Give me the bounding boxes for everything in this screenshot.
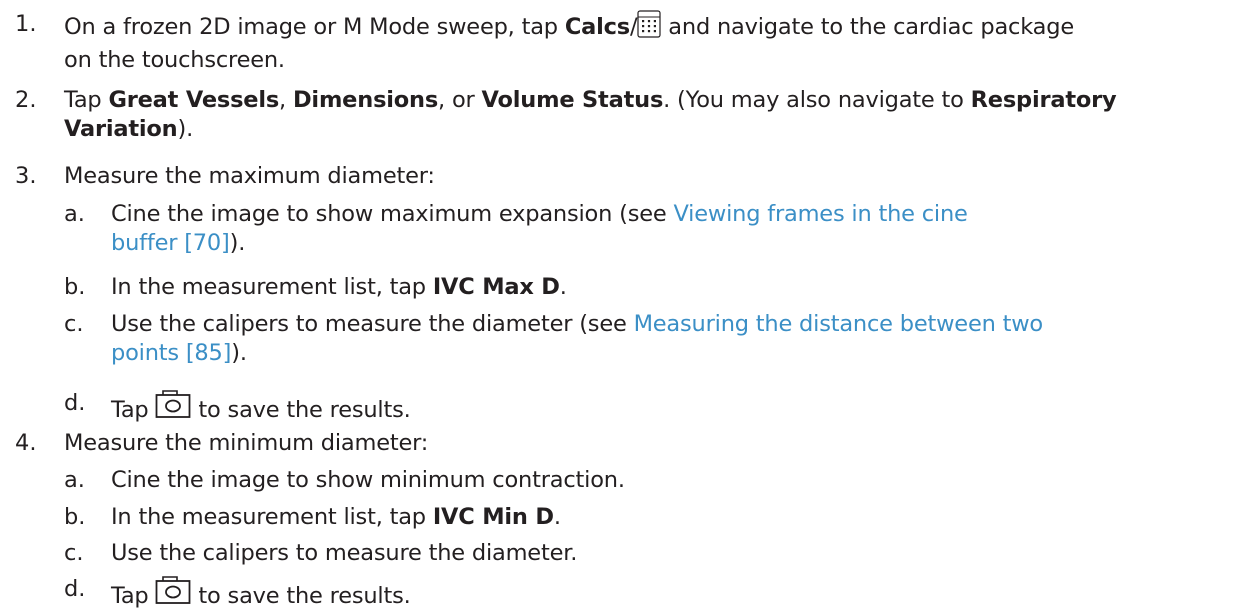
step-text-segment: In the measurement list, tap <box>111 504 433 530</box>
step-text-segment: Tap <box>111 583 156 609</box>
step-text-segment: Tap <box>111 397 156 423</box>
volume-status-label: Volume Status <box>481 87 664 113</box>
substep-text: In the measurement list, tap IVC Min D. <box>111 503 1236 532</box>
substep-letter: c. <box>64 311 84 337</box>
dimensions-label: Dimensions <box>292 87 439 113</box>
substep-text: Cine the image to show minimum contracti… <box>111 467 625 493</box>
step-text-segment: On a frozen 2D image or M Mode sweep, ta… <box>64 14 565 40</box>
step-text-segment: . <box>553 504 561 530</box>
step-text-segment: on the touchscreen. <box>64 47 285 73</box>
substep-letter: d. <box>64 390 86 416</box>
step-text-segment: and navigate to the cardiac package <box>661 14 1074 40</box>
step-number: 3. <box>15 163 37 189</box>
step-text-segment: In the measurement list, tap <box>111 274 433 300</box>
substep-letter: a. <box>64 201 85 227</box>
step-number: 4. <box>15 430 37 456</box>
step-text-segment: , or <box>438 87 482 113</box>
step-text-segment: to save the results. <box>191 397 411 423</box>
step-text-segment: Use the calipers to measure the diameter… <box>111 311 634 337</box>
camera-icon <box>155 575 191 613</box>
step-text-segment: to save the results. <box>191 583 411 609</box>
substep-letter: b. <box>64 504 86 530</box>
step-text-segment: , <box>279 87 293 113</box>
step-text-segment: Tap <box>64 87 109 113</box>
step-number: 2. <box>15 87 37 113</box>
step-text-segment: Cine the image to show maximum expansion… <box>111 201 674 227</box>
substep-text: Use the calipers to measure the diameter… <box>111 540 578 566</box>
substep-text: In the measurement list, tap IVC Max D. <box>111 273 1236 302</box>
step-text-segment: ). <box>177 116 194 142</box>
substep-text: Tap to save the results. <box>111 389 1236 427</box>
step-text-segment: ). <box>231 340 247 366</box>
substep-letter: a. <box>64 467 85 493</box>
link-text: points [85] <box>111 340 232 366</box>
substep-text: Cine the image to show maximum expansion… <box>111 200 1236 258</box>
step-text-segment: ). <box>229 230 246 256</box>
step-text: Measure the maximum diameter: <box>64 163 435 189</box>
link-text: Viewing frames in the cine <box>673 201 968 227</box>
ivc-min-d-label: IVC Min D <box>432 504 554 530</box>
camera-icon <box>155 389 191 427</box>
step-text-segment: . <box>559 274 567 300</box>
respiratory-label: Respiratory <box>970 87 1117 113</box>
step-number: 1. <box>15 11 37 37</box>
link-text: Measuring the distance between two <box>633 311 1044 337</box>
great-vessels-label: Great Vessels <box>108 87 280 113</box>
ivc-max-d-label: IVC Max D <box>432 274 560 300</box>
slash-separator: / <box>629 14 638 40</box>
link-text: buffer [70] <box>111 230 230 256</box>
calculator-icon <box>637 10 661 46</box>
substep-text: Tap to save the results. <box>111 575 1236 613</box>
substep-letter: b. <box>64 274 86 300</box>
calcs-control-label: Calcs <box>564 14 630 40</box>
step-text-segment: . (You may also navigate to <box>663 87 971 113</box>
substep-letter: d. <box>64 576 86 602</box>
step-text: Measure the minimum diameter: <box>64 430 429 456</box>
variation-label: Variation <box>64 116 178 142</box>
substep-letter: c. <box>64 540 84 566</box>
step-text: On a frozen 2D image or M Mode sweep, ta… <box>64 10 1236 75</box>
substep-text: Use the calipers to measure the diameter… <box>111 310 1236 368</box>
step-text: Tap Great Vessels, Dimensions, or Volume… <box>64 86 1236 144</box>
